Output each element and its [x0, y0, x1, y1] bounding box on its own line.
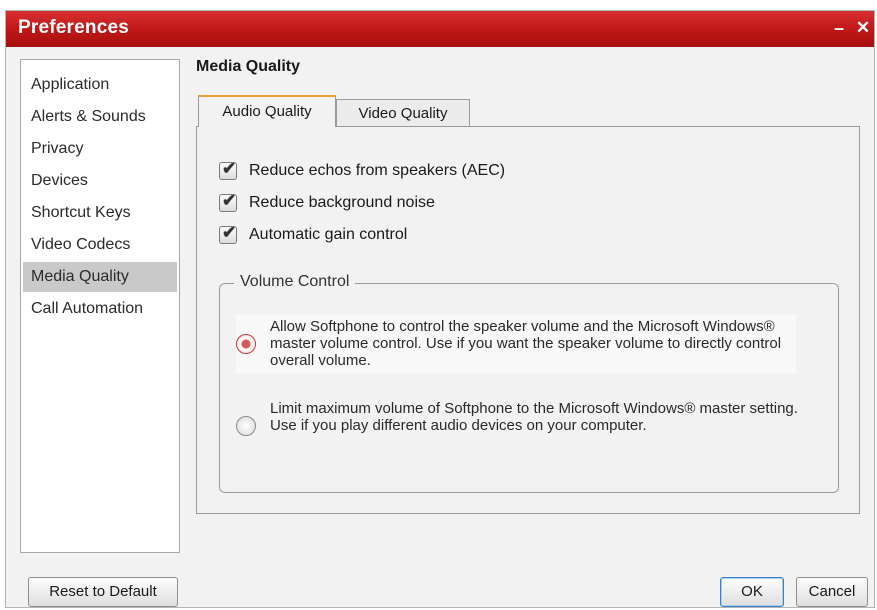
aec-checkbox[interactable]: ✔ [219, 159, 237, 180]
aec-label: Reduce echos from speakers (AEC) [249, 162, 506, 179]
preferences-window: Preferences – ✕ Application Alerts & Sou… [5, 10, 875, 608]
reset-to-default-button[interactable]: Reset to Default [28, 577, 178, 607]
volume-control-label: Allow Softphone to control the speaker v… [270, 318, 782, 369]
sidebar-item-devices[interactable]: Devices [23, 166, 177, 196]
gain-control-label: Automatic gain control [249, 226, 408, 243]
checkmark-icon: ✔ [222, 159, 237, 178]
minimize-icon[interactable]: – [828, 16, 850, 40]
gain-control-checkbox[interactable]: ✔ [219, 223, 237, 244]
sidebar-item-shortcut-keys[interactable]: Shortcut Keys [23, 198, 177, 228]
sidebar-item-alerts-sounds[interactable]: Alerts & Sounds [23, 102, 177, 132]
window-title: Preferences [18, 17, 129, 38]
volume-option-control[interactable]: Allow Softphone to control the speaker v… [236, 314, 796, 374]
tab-video-quality[interactable]: Video Quality [336, 99, 470, 126]
sidebar: Application Alerts & Sounds Privacy Devi… [20, 59, 180, 553]
cancel-button[interactable]: Cancel [796, 577, 868, 607]
sidebar-item-video-codecs[interactable]: Video Codecs [23, 230, 177, 260]
sidebar-item-application[interactable]: Application [23, 70, 177, 100]
noise-reduction-checkbox[interactable]: ✔ [219, 191, 237, 212]
sidebar-item-media-quality[interactable]: Media Quality [23, 262, 177, 292]
volume-limit-radio[interactable] [236, 416, 256, 436]
close-icon[interactable]: ✕ [852, 16, 874, 40]
noise-reduction-label: Reduce background noise [249, 194, 435, 211]
volume-control-legend: Volume Control [234, 273, 356, 291]
volume-control-group: Volume Control Allow Softphone to contro… [219, 273, 839, 493]
sidebar-item-privacy[interactable]: Privacy [23, 134, 177, 164]
tab-audio-quality[interactable]: Audio Quality [198, 95, 336, 127]
checkmark-icon: ✔ [222, 191, 237, 210]
title-bar[interactable]: Preferences – ✕ [6, 11, 874, 47]
sidebar-item-call-automation[interactable]: Call Automation [23, 294, 177, 324]
volume-option-limit[interactable]: Limit maximum volume of Softphone to the… [236, 396, 798, 456]
ok-button[interactable]: OK [720, 577, 784, 607]
audio-quality-panel: ✔ Reduce echos from speakers (AEC) ✔ Red… [196, 126, 860, 514]
volume-control-radio[interactable] [236, 334, 256, 354]
section-title: Media Quality [196, 58, 301, 75]
checkmark-icon: ✔ [222, 223, 237, 242]
volume-limit-label: Limit maximum volume of Softphone to the… [270, 400, 798, 434]
